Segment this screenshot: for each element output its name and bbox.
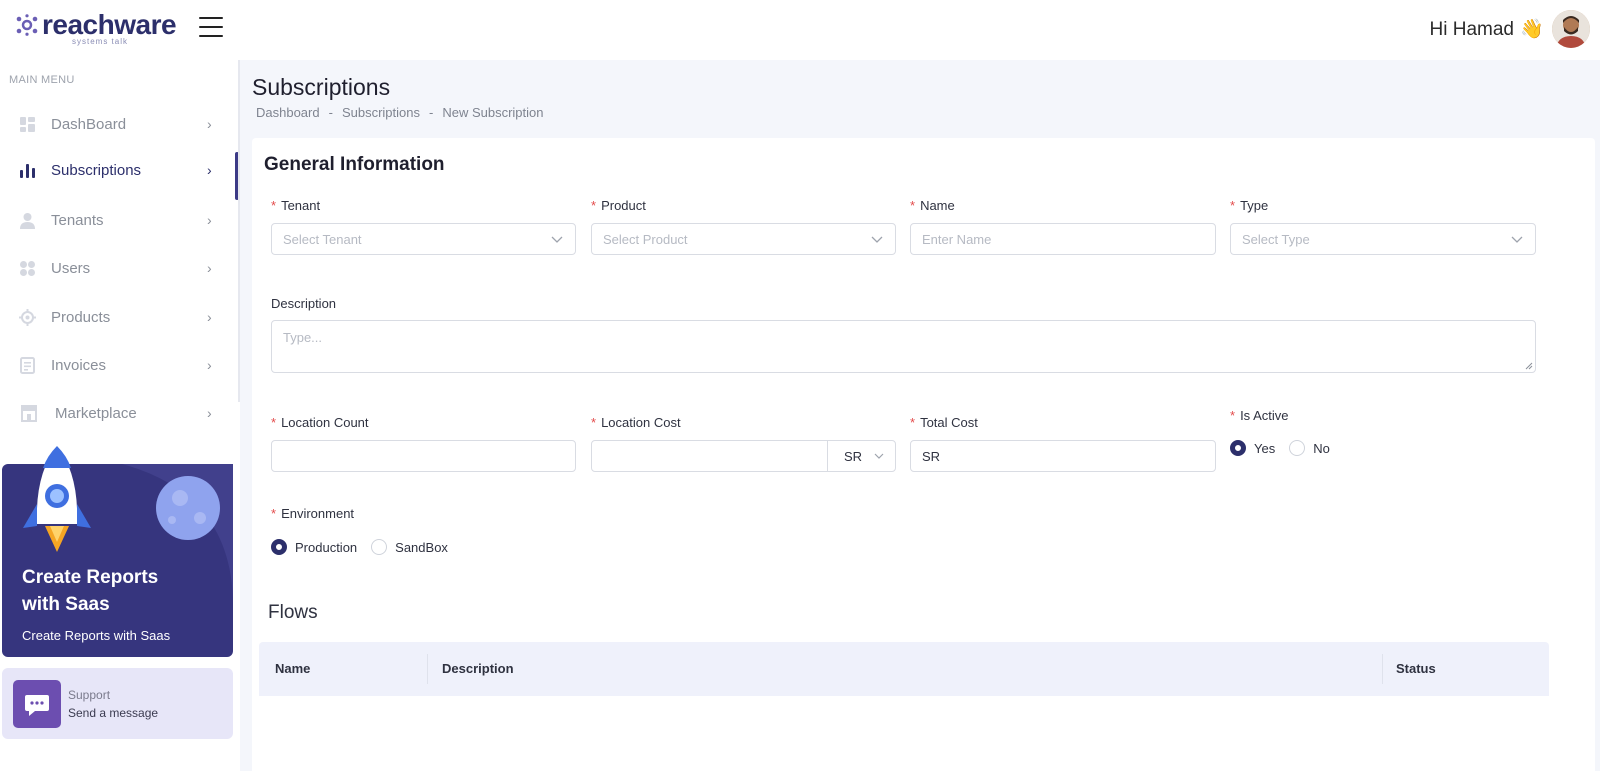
environment-label: * Environment <box>271 506 355 521</box>
description-label: Description <box>271 296 337 311</box>
page-title: Subscriptions <box>252 74 391 100</box>
invoice-icon <box>20 356 35 374</box>
sidebar-item-label: Products <box>51 308 111 326</box>
top-bar: reachware systems talk Hi Hamad 👋 <box>0 0 1600 60</box>
chevron-right-icon: › <box>207 162 212 178</box>
chevron-right-icon: › <box>207 260 212 276</box>
sidebar-item-label: DashBoard <box>51 115 127 133</box>
tenant-label: * Tenant <box>271 198 321 213</box>
breadcrumb: Dashboard - Subscriptions - New Subscrip… <box>256 105 544 120</box>
column-header-description[interactable]: Description <box>442 661 514 676</box>
sidebar-item-products[interactable]: Products › <box>0 295 240 339</box>
product-select[interactable]: Select Product <box>591 223 896 255</box>
resize-handle-icon[interactable] <box>1525 362 1533 370</box>
is-active-radio-group: Yes No <box>1230 440 1344 456</box>
total-cost-input[interactable]: SR <box>910 440 1216 472</box>
flows-title: Flows <box>268 602 318 623</box>
logo[interactable]: reachware systems talk <box>16 9 177 50</box>
bar-chart-icon <box>20 163 35 178</box>
column-divider <box>1382 654 1383 684</box>
chevron-down-icon <box>871 236 883 243</box>
breadcrumb-item-dashboard[interactable]: Dashboard <box>256 105 320 120</box>
environment-sandbox-radio[interactable]: SandBox <box>371 539 448 555</box>
location-cost-input[interactable]: SR <box>591 440 896 472</box>
support-card[interactable]: Support Send a message <box>2 668 233 739</box>
column-header-status[interactable]: Status <box>1396 661 1436 676</box>
tenant-select[interactable]: Select Tenant <box>271 223 576 255</box>
product-icon <box>19 308 36 326</box>
product-label: * Product <box>591 198 646 213</box>
sidebar-item-subscriptions[interactable]: Subscriptions › <box>0 148 240 192</box>
wave-emoji-icon: 👋 <box>1520 19 1544 40</box>
sidebar-item-label: Marketplace <box>55 404 137 422</box>
chevron-right-icon: › <box>207 405 212 421</box>
main-content: Subscriptions Dashboard - Subscriptions … <box>240 60 1600 771</box>
sidebar-item-label: Users <box>51 259 91 277</box>
promo-subtitle: Create Reports with Saas <box>22 628 171 643</box>
environment-production-radio[interactable]: Production <box>271 539 357 555</box>
type-label: * Type <box>1230 198 1269 213</box>
is-active-yes-radio[interactable]: Yes <box>1230 440 1275 456</box>
sidebar: MAIN MENU DashBoard › Subscriptions › Te… <box>0 60 240 771</box>
support-title: Support <box>68 688 111 702</box>
logo-mark-icon <box>16 14 38 36</box>
breadcrumb-separator: - <box>429 105 434 120</box>
promo-card[interactable]: Create Reports with Saas Create Reports … <box>2 446 233 657</box>
menu-toggle-icon[interactable] <box>199 17 223 39</box>
environment-radio-group: Production SandBox <box>271 539 462 555</box>
users-grid-icon <box>20 260 35 276</box>
sidebar-item-invoices[interactable]: Invoices › <box>0 343 240 387</box>
column-divider <box>427 654 428 684</box>
chat-message-icon <box>13 680 61 728</box>
location-cost-label: * Location Cost <box>591 415 681 430</box>
currency-select[interactable]: SR <box>827 441 895 471</box>
sidebar-item-label: Tenants <box>51 211 104 229</box>
sidebar-item-label: Invoices <box>51 356 107 374</box>
promo-title: Create Reports with Saas <box>22 567 159 615</box>
logo-wordmark: reachware <box>42 9 177 40</box>
flows-table-header: Name Description Status <box>259 642 1549 696</box>
support-subtitle: Send a message <box>68 706 159 720</box>
is-active-label: * Is Active <box>1230 408 1289 423</box>
breadcrumb-item-subscriptions[interactable]: Subscriptions <box>342 105 420 120</box>
form-card: General Information * Tenant Select Tenan… <box>252 138 1595 771</box>
sidebar-item-dashboard[interactable]: DashBoard › <box>0 102 240 146</box>
rocket-icon <box>23 446 91 552</box>
chevron-right-icon: › <box>207 116 212 132</box>
chevron-right-icon: › <box>207 212 212 228</box>
chevron-down-icon <box>874 453 884 459</box>
type-select[interactable]: Select Type <box>1230 223 1536 255</box>
breadcrumb-separator: - <box>328 105 333 120</box>
main-menu-title: MAIN MENU <box>9 74 75 86</box>
sidebar-item-label: Subscriptions <box>51 161 142 179</box>
is-active-no-radio[interactable]: No <box>1289 440 1330 456</box>
chevron-right-icon: › <box>207 309 212 325</box>
total-cost-label: * Total Cost <box>910 415 978 430</box>
description-textarea[interactable]: Type... <box>271 320 1536 373</box>
chevron-down-icon <box>551 236 563 243</box>
avatar[interactable] <box>1552 10 1590 48</box>
avatar-portrait-icon <box>1552 10 1590 48</box>
chevron-down-icon <box>1511 236 1523 243</box>
logo-tagline: systems talk <box>72 37 129 46</box>
user-icon <box>20 212 35 229</box>
location-count-input[interactable] <box>271 440 576 472</box>
name-input[interactable]: Enter Name <box>910 223 1216 255</box>
user-greeting: Hi Hamad <box>1429 19 1514 40</box>
breadcrumb-item-current: New Subscription <box>442 105 544 120</box>
chevron-right-icon: › <box>207 357 212 373</box>
location-count-label: * Location Count <box>271 415 369 430</box>
sidebar-item-users[interactable]: Users › <box>0 246 240 290</box>
sidebar-item-marketplace[interactable]: Marketplace › <box>0 391 240 435</box>
store-icon <box>21 405 37 422</box>
dashboard-icon <box>20 116 35 132</box>
name-label: * Name <box>910 198 955 213</box>
sidebar-item-tenants[interactable]: Tenants › <box>0 198 240 242</box>
column-header-name[interactable]: Name <box>275 661 310 676</box>
section-title: General Information <box>264 154 445 175</box>
